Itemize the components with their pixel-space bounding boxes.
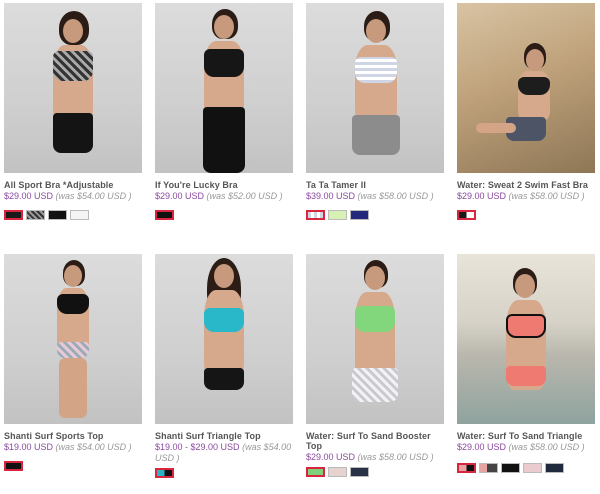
sale-price: $19.00 - $29.00 USD <box>155 442 240 452</box>
product-image[interactable] <box>155 3 293 173</box>
original-price: (was $54.00 USD ) <box>55 191 132 201</box>
product-image[interactable] <box>306 254 444 424</box>
color-swatch[interactable] <box>457 463 476 473</box>
color-swatch[interactable] <box>26 210 45 220</box>
product-image[interactable] <box>4 254 142 424</box>
product-card[interactable]: Ta Ta Tamer II $39.00 USD (was $58.00 US… <box>306 3 444 220</box>
original-price: (was $58.00 USD ) <box>508 442 585 452</box>
product-card[interactable]: If You're Lucky Bra $29.00 USD (was $52.… <box>155 3 293 220</box>
sale-price: $39.00 USD <box>306 191 356 201</box>
product-card[interactable]: Shanti Surf Sports Top $19.00 USD (was $… <box>4 254 142 471</box>
original-price: (was $58.00 USD ) <box>357 452 434 462</box>
product-image[interactable] <box>306 3 444 173</box>
color-swatch[interactable] <box>155 210 174 220</box>
color-swatch[interactable] <box>4 461 23 471</box>
color-swatch[interactable] <box>350 210 369 220</box>
color-swatch[interactable] <box>479 463 498 473</box>
product-name[interactable]: Water: Surf To Sand Booster Top <box>306 431 444 451</box>
color-swatches <box>306 210 444 220</box>
product-card[interactable]: Water: Surf To Sand Triangle $29.00 USD … <box>457 254 595 473</box>
color-swatch[interactable] <box>457 210 476 220</box>
product-card[interactable]: Water: Sweat 2 Swim Fast Bra $29.00 USD … <box>457 3 595 220</box>
color-swatch[interactable] <box>70 210 89 220</box>
color-swatch[interactable] <box>545 463 564 473</box>
product-name[interactable]: All Sport Bra *Adjustable <box>4 180 142 190</box>
color-swatch[interactable] <box>328 467 347 477</box>
color-swatch[interactable] <box>523 463 542 473</box>
price-row: $39.00 USD (was $58.00 USD ) <box>306 191 444 202</box>
price-row: $19.00 - $29.00 USD (was $54.00 USD ) <box>155 442 293 464</box>
product-name[interactable]: Water: Sweat 2 Swim Fast Bra <box>457 180 595 190</box>
product-name[interactable]: Shanti Surf Sports Top <box>4 431 142 441</box>
sale-price: $19.00 USD <box>4 442 54 452</box>
color-swatch[interactable] <box>4 210 23 220</box>
color-swatches <box>4 210 142 220</box>
original-price: (was $58.00 USD ) <box>508 191 585 201</box>
color-swatches <box>155 468 293 478</box>
color-swatches <box>457 210 595 220</box>
product-card[interactable]: Water: Surf To Sand Booster Top $29.00 U… <box>306 254 444 477</box>
color-swatch[interactable] <box>350 467 369 477</box>
original-price: (was $58.00 USD ) <box>357 191 434 201</box>
sale-price: $29.00 USD <box>457 442 507 452</box>
price-row: $29.00 USD (was $58.00 USD ) <box>457 442 595 453</box>
product-name[interactable]: Shanti Surf Triangle Top <box>155 431 293 441</box>
color-swatch[interactable] <box>306 210 325 220</box>
price-row: $29.00 USD (was $58.00 USD ) <box>306 452 444 463</box>
sale-price: $29.00 USD <box>4 191 54 201</box>
original-price: (was $54.00 USD ) <box>55 442 132 452</box>
product-image[interactable] <box>155 254 293 424</box>
product-image[interactable] <box>457 254 595 424</box>
sale-price: $29.00 USD <box>155 191 205 201</box>
color-swatches <box>457 463 595 473</box>
price-row: $29.00 USD (was $54.00 USD ) <box>4 191 142 202</box>
color-swatch[interactable] <box>306 467 325 477</box>
product-name[interactable]: Ta Ta Tamer II <box>306 180 444 190</box>
product-name[interactable]: Water: Surf To Sand Triangle <box>457 431 595 441</box>
color-swatch[interactable] <box>48 210 67 220</box>
price-row: $19.00 USD (was $54.00 USD ) <box>4 442 142 453</box>
product-name[interactable]: If You're Lucky Bra <box>155 180 293 190</box>
price-row: $29.00 USD (was $58.00 USD ) <box>457 191 595 202</box>
product-image[interactable] <box>4 3 142 173</box>
color-swatch[interactable] <box>501 463 520 473</box>
color-swatch[interactable] <box>155 468 174 478</box>
price-row: $29.00 USD (was $52.00 USD ) <box>155 191 293 202</box>
product-card[interactable]: Shanti Surf Triangle Top $19.00 - $29.00… <box>155 254 293 478</box>
product-card[interactable]: All Sport Bra *Adjustable $29.00 USD (wa… <box>4 3 142 220</box>
color-swatches <box>4 461 142 471</box>
original-price: (was $52.00 USD ) <box>206 191 283 201</box>
color-swatches <box>155 210 293 220</box>
product-image[interactable] <box>457 3 595 173</box>
sale-price: $29.00 USD <box>306 452 356 462</box>
color-swatches <box>306 467 444 477</box>
color-swatch[interactable] <box>328 210 347 220</box>
sale-price: $29.00 USD <box>457 191 507 201</box>
